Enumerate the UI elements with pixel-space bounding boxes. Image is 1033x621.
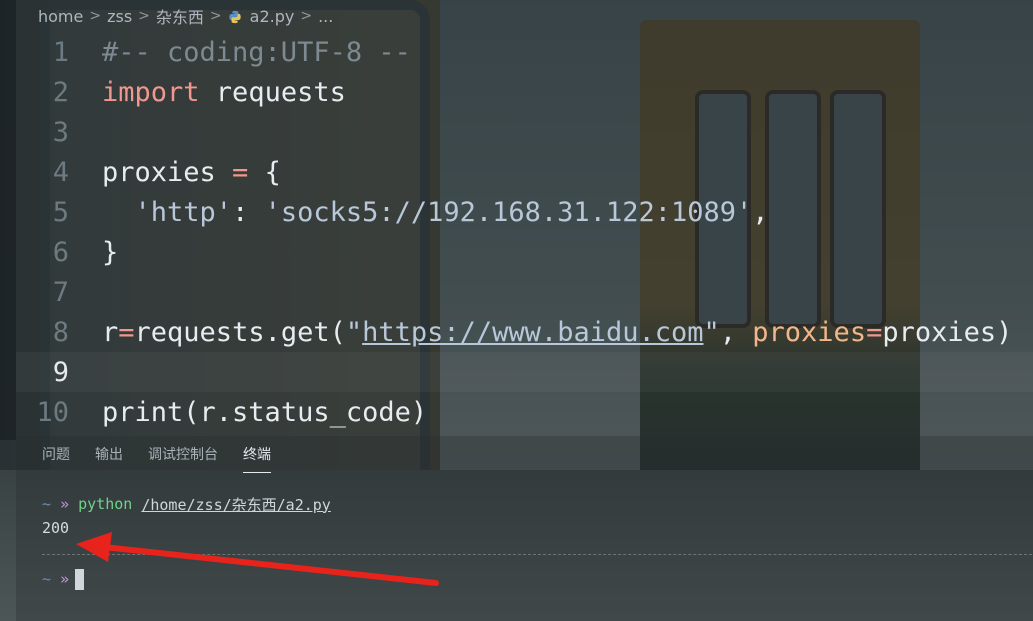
terminal-divider [42, 554, 1032, 555]
terminal-output-line: 200 [42, 516, 331, 540]
terminal-output: 200 [42, 519, 70, 537]
code-operator: = [215, 156, 265, 188]
code-string: " [703, 316, 720, 348]
python-file-icon [228, 10, 241, 24]
code-text: } [102, 236, 119, 268]
code-line: 4 proxies = { [16, 152, 1033, 192]
code-line: 2 import requests [16, 72, 1033, 112]
code-text: (r.status_code) [183, 396, 428, 428]
code-editor[interactable]: 1 #-- coding:UTF-8 -- 2 import requests … [16, 30, 1033, 435]
code-text: , [719, 316, 753, 348]
code-text: requests.get( [134, 316, 346, 348]
terminal[interactable]: ~ » python /home/zss/杂东西/a2.py 200 [42, 492, 331, 540]
line-number: 9 [52, 356, 69, 388]
code-operator: = [118, 316, 135, 348]
terminal-prompt-line: ~ » [42, 567, 85, 591]
code-keyword: import [102, 76, 200, 108]
code-function: print [102, 396, 184, 428]
code-text: { [264, 156, 281, 188]
prompt-tilde: ~ [42, 495, 52, 513]
tab-terminal[interactable]: 终端 [243, 444, 271, 473]
breadcrumb: home > zss > 杂东西 > a2.py > ... [38, 4, 333, 28]
code-operator: = [866, 316, 883, 348]
prompt-tilde: ~ [42, 570, 52, 588]
line-number: 2 [52, 76, 69, 108]
tab-output[interactable]: 输出 [95, 444, 123, 473]
line-number: 10 [36, 396, 69, 428]
line-number: 5 [52, 196, 69, 228]
line-number: 1 [52, 36, 69, 68]
terminal-cursor [75, 568, 85, 590]
breadcrumb-zss[interactable]: zss [107, 7, 132, 26]
code-line: 3 [16, 112, 1033, 152]
line-number: 3 [52, 116, 69, 148]
line-number: 6 [52, 236, 69, 268]
terminal-command: python [78, 495, 133, 513]
terminal-file-path[interactable]: /home/zss/杂东西/a2.py [141, 494, 331, 515]
code-text: requests [199, 76, 346, 108]
line-number: 7 [52, 276, 69, 308]
prompt-arrow: » [60, 570, 70, 588]
terminal-prompt[interactable]: ~ » [42, 567, 85, 591]
line-number: 4 [52, 156, 69, 188]
code-string: " [345, 316, 363, 348]
code-text: , [752, 196, 769, 228]
code-comment: #-- coding:UTF-8 -- [102, 36, 411, 68]
chevron-right-icon: > [89, 8, 102, 24]
prompt-arrow: » [60, 495, 70, 513]
code-url-link[interactable]: https://www.baidu.com [362, 317, 703, 348]
code-line: 8 r=requests.get("https://www.baidu.com"… [16, 312, 1033, 352]
tab-debug-console[interactable]: 调试控制台 [148, 444, 218, 473]
code-line: 6 } [16, 232, 1033, 272]
tab-problems[interactable]: 问题 [42, 444, 70, 473]
code-string: 'http' [134, 196, 233, 228]
bottom-panel: 问题 输出 调试控制台 终端 ~ » python /home/zss/杂东西/… [16, 436, 1033, 621]
panel-tabs: 问题 输出 调试控制台 终端 [42, 444, 271, 473]
terminal-command-line: ~ » python /home/zss/杂东西/a2.py [42, 492, 331, 516]
code-line: 10 print(r.status_code) [16, 392, 1033, 432]
code-line: 1 #-- coding:UTF-8 -- [16, 32, 1033, 72]
chevron-right-icon: > [138, 8, 150, 24]
chevron-right-icon: > [300, 8, 313, 24]
code-parameter: proxies [752, 316, 867, 348]
code-line: 7 [16, 272, 1033, 312]
breadcrumb-file[interactable]: a2.py [250, 7, 295, 26]
code-text: : [232, 196, 265, 228]
code-text: r [102, 316, 119, 348]
line-number: 8 [52, 316, 69, 348]
breadcrumb-folder[interactable]: 杂东西 [156, 4, 204, 28]
chevron-right-icon: > [209, 8, 222, 24]
activity-strip [0, 0, 16, 440]
code-line: 5 'http': 'socks5://192.168.31.122:1089'… [16, 192, 1033, 232]
code-string: 'socks5://192.168.31.122:1089' [264, 196, 753, 228]
code-line-current: 9 [16, 352, 1033, 392]
breadcrumb-more[interactable]: ... [318, 7, 333, 26]
code-text: proxies [102, 156, 216, 188]
code-text: proxies) [882, 316, 1013, 348]
breadcrumb-home[interactable]: home [38, 7, 83, 26]
